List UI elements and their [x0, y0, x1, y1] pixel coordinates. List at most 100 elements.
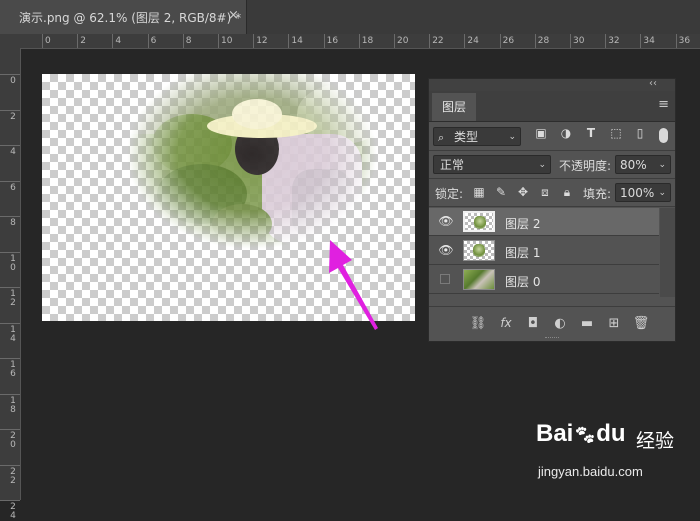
- search-icon: ⌕: [438, 131, 445, 144]
- layer-photo: [122, 74, 387, 254]
- panel-menu-icon[interactable]: ≡: [658, 97, 669, 112]
- lock-artboard-icon[interactable]: ⧈: [538, 185, 552, 200]
- tab-layers[interactable]: 图层: [432, 93, 476, 121]
- fill-value: 100%: [620, 186, 655, 200]
- ruler-tick-label: 4: [10, 147, 16, 157]
- ruler-tick-label: 36: [678, 36, 691, 46]
- layer-thumbnail: [463, 240, 495, 261]
- ruler-tick-label: 2: [10, 111, 16, 122]
- fill-field[interactable]: 100% ⌄: [615, 183, 671, 202]
- panel-title-strip: ‹‹: [429, 78, 675, 91]
- ruler-tick: [112, 34, 114, 48]
- watermark-logo: Bai🐾︎du: [536, 420, 626, 447]
- ruler-tick-label: 12: [256, 36, 268, 46]
- opacity-value: 80%: [620, 158, 647, 172]
- eye-icon[interactable]: 👁︎: [438, 243, 454, 257]
- ruler-tick: [0, 74, 20, 75]
- ruler-tick-label: 16: [326, 36, 339, 46]
- layer-row-1[interactable]: 👁︎ 图层 1: [429, 237, 659, 265]
- chevron-down-icon: ⌄: [508, 132, 516, 142]
- layers-panel: ‹‹ 图层 ≡ ⌕ 类型 ⌄ ▣ ◑ T ⬚ ▯ 正常 ⌄ 不透明度: 80% …: [428, 78, 676, 342]
- ruler-tick: [0, 393, 20, 395]
- ruler-tick-label: 2: [80, 36, 86, 46]
- ruler-tick: [534, 34, 536, 48]
- close-icon[interactable]: ×: [228, 8, 239, 23]
- layer-name[interactable]: 图层 0: [505, 273, 540, 290]
- ruler-tick: [0, 216, 20, 217]
- ruler-tick-label: 30: [573, 36, 585, 46]
- ruler-tick: [0, 500, 20, 501]
- type-filter-icon[interactable]: T: [582, 126, 600, 140]
- eye-icon[interactable]: 👁︎: [438, 214, 454, 228]
- layers-scrollbar[interactable]: [660, 208, 675, 297]
- watermark-url: jingyan.baidu.com: [538, 464, 643, 479]
- ruler-tick: [253, 34, 255, 48]
- ruler-tick: [288, 34, 290, 48]
- layer-row-0[interactable]: 图层 0: [429, 266, 659, 294]
- collapse-icon[interactable]: ‹‹: [649, 78, 657, 89]
- chevron-down-icon: ⌄: [658, 188, 666, 198]
- filter-type-value: 类型: [454, 130, 479, 144]
- new-layer-icon[interactable]: ⊞: [605, 316, 623, 331]
- divider: [429, 178, 675, 179]
- mask-icon[interactable]: ◘: [524, 316, 542, 331]
- vertical-ruler[interactable]: 0 2 4 6 8 1 0 1 2 1 4 1 6 1 8 2 0 2 2 2 4: [0, 48, 21, 521]
- visibility-off-icon[interactable]: [440, 274, 450, 284]
- layer-name[interactable]: 图层 2: [505, 215, 540, 232]
- ruler-tick: [147, 34, 149, 48]
- lock-label: 锁定:: [435, 187, 464, 201]
- document-tab-bar: 演示.png @ 62.1% (图层 2, RGB/8#) * ×: [0, 0, 700, 34]
- ruler-tick-label: 28: [537, 36, 550, 46]
- panel-header: 图层 ≡: [429, 91, 675, 122]
- image-filter-icon[interactable]: ▣: [532, 126, 550, 140]
- ruler-tick-label: 4: [115, 36, 122, 46]
- ruler-tick: [42, 34, 43, 48]
- document-canvas[interactable]: [42, 74, 415, 321]
- ruler-tick-label: 1 8: [10, 395, 16, 415]
- adjustment-icon[interactable]: ◐: [551, 316, 569, 331]
- ruler-tick-label: 6: [150, 36, 157, 46]
- opacity-field[interactable]: 80% ⌄: [615, 155, 671, 174]
- layer-row-2[interactable]: 👁︎ 图层 2: [429, 208, 659, 236]
- layer-name[interactable]: 图层 1: [505, 244, 540, 261]
- trash-icon[interactable]: 🗑: [632, 316, 650, 331]
- ruler-tick: [675, 34, 677, 48]
- resize-grip[interactable]: [545, 337, 559, 341]
- ruler-tick: [0, 429, 20, 430]
- ruler-tick: [0, 464, 20, 466]
- lock-position-icon[interactable]: ✥: [516, 185, 530, 199]
- blend-mode-value: 正常: [440, 158, 465, 172]
- smart-object-filter-icon[interactable]: ▯: [631, 126, 649, 140]
- ruler-tick-label: 8: [10, 218, 16, 228]
- shape-filter-icon[interactable]: ⬚: [607, 126, 625, 140]
- ruler-tick: [499, 34, 501, 48]
- adjustment-filter-icon[interactable]: ◑: [557, 126, 575, 140]
- filter-row: ⌕ 类型 ⌄ ▣ ◑ T ⬚ ▯: [429, 126, 675, 148]
- blend-mode-select[interactable]: 正常 ⌄: [433, 155, 551, 174]
- ruler-corner: [0, 34, 23, 49]
- ruler-tick: [640, 34, 642, 48]
- link-icon[interactable]: ⛓: [469, 316, 487, 331]
- ruler-tick-label: 10: [221, 36, 233, 46]
- horizontal-ruler[interactable]: 0 2 4 6 8 10 12 14 16 18 20 22 24 26 28 30 32 34 36: [22, 34, 700, 49]
- lock-all-icon[interactable]: 🔒︎: [560, 185, 574, 200]
- ruler-tick: [0, 145, 20, 146]
- fill-label: 填充:: [583, 187, 612, 201]
- document-tab-title: 演示.png @ 62.1% (图层 2, RGB/8#) *: [19, 11, 242, 25]
- filter-toggle[interactable]: [659, 128, 668, 143]
- lock-transparent-icon[interactable]: ▦: [472, 185, 486, 199]
- ruler-tick-label: 0: [45, 36, 51, 46]
- ruler-tick-label: 32: [608, 36, 620, 46]
- fx-icon[interactable]: fx: [497, 316, 515, 330]
- ruler-tick: [182, 34, 184, 48]
- ruler-tick-label: 1 4: [10, 324, 16, 344]
- ruler-tick-label: 2 4: [10, 502, 16, 521]
- folder-icon[interactable]: ▬: [578, 316, 596, 331]
- divider: [429, 206, 675, 207]
- blend-row: 正常 ⌄ 不透明度: 80% ⌄: [429, 154, 675, 176]
- lock-image-icon[interactable]: ✎: [494, 185, 508, 199]
- filter-type-select[interactable]: ⌕ 类型 ⌄: [433, 127, 521, 146]
- ruler-tick-label: 18: [361, 36, 374, 46]
- ruler-tick-label: 1 0: [10, 253, 16, 273]
- document-tab[interactable]: 演示.png @ 62.1% (图层 2, RGB/8#) * ×: [0, 0, 247, 34]
